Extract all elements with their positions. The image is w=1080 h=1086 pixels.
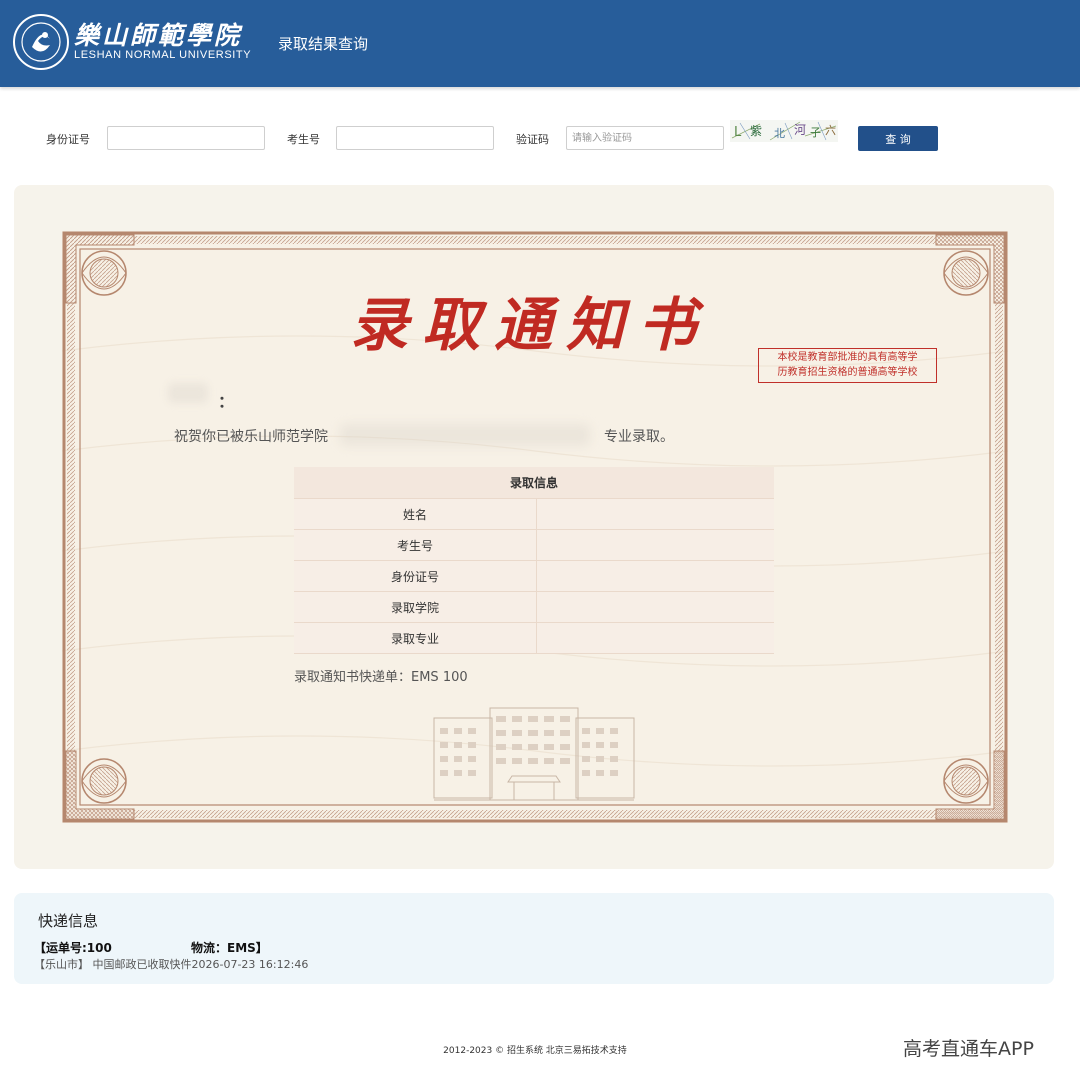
app-watermark: 高考直通车APP	[903, 1038, 1034, 1060]
tracking-status: 【乐山市】 中国邮政已收取快件2026-07-23 16:12:46	[34, 958, 309, 971]
row-label: 录取专业	[294, 622, 537, 654]
delivery-title: 快递信息	[38, 912, 99, 930]
query-button[interactable]: 查 询	[858, 126, 938, 151]
row-label: 录取学院	[294, 591, 537, 623]
carrier-name: 物流：EMS】	[191, 941, 268, 955]
school-name-cn: 樂山師範學院	[74, 21, 243, 50]
row-value	[536, 591, 774, 623]
congrats-suffix: 专业录取。	[604, 429, 674, 445]
express-tracking-line: 录取通知书快递单：EMS 100	[294, 670, 468, 685]
id-number-label: 身份证号	[46, 133, 90, 146]
table-row: 考生号	[294, 529, 774, 561]
svg-text:紫: 紫	[750, 124, 762, 138]
svg-text:六: 六	[825, 124, 836, 137]
row-value	[536, 498, 774, 530]
svg-text:北: 北	[774, 127, 785, 140]
congrats-text: 祝贺你已被乐山师范学院	[174, 429, 328, 445]
site-header: 樂山師範學院 LESHAN NORMAL UNIVERSITY 录取结果查询	[0, 0, 1080, 87]
waybill-number: 【运单号:100	[34, 941, 112, 955]
row-value	[536, 622, 774, 654]
page-title: 录取结果查询	[278, 35, 369, 53]
accreditation-stamp: 本校是教育部批准的具有高等学 历教育招生资格的普通高等学校	[758, 348, 937, 383]
greeting-colon: ：	[218, 392, 235, 411]
school-name-en: LESHAN NORMAL UNIVERSITY	[74, 49, 252, 61]
row-value	[536, 529, 774, 561]
row-label: 姓名	[294, 498, 537, 530]
id-number-input[interactable]	[107, 126, 265, 150]
svg-text:河: 河	[794, 123, 806, 137]
table-row: 录取专业	[294, 622, 774, 654]
table-row: 录取学院	[294, 591, 774, 623]
svg-text:L: L	[734, 125, 742, 140]
university-seal-icon	[13, 14, 69, 70]
table-row: 姓名	[294, 498, 774, 530]
redacted-major	[340, 424, 590, 446]
table-row: 身份证号	[294, 560, 774, 592]
notice-title: 录取通知书	[349, 291, 710, 359]
svg-text:子: 子	[810, 126, 821, 139]
stamp-line-2: 历教育招生资格的普通高等学校	[777, 367, 918, 378]
admission-info-table: 录取信息 姓名 考生号 身份证号 录取学院 录取专业	[294, 467, 774, 654]
exam-number-input[interactable]	[336, 126, 494, 150]
row-label: 身份证号	[294, 560, 537, 592]
table-title: 录取信息	[294, 467, 774, 499]
captcha-image[interactable]: L 紫 北 河 子 六	[730, 120, 838, 142]
row-label: 考生号	[294, 529, 537, 561]
captcha-label: 验证码	[516, 133, 549, 146]
exam-number-label: 考生号	[287, 133, 320, 146]
redacted-name	[168, 383, 208, 403]
stamp-line-1: 本校是教育部批准的具有高等学	[777, 352, 918, 363]
row-value	[536, 560, 774, 592]
captcha-input[interactable]	[566, 126, 724, 150]
campus-building-illustration	[433, 707, 635, 801]
